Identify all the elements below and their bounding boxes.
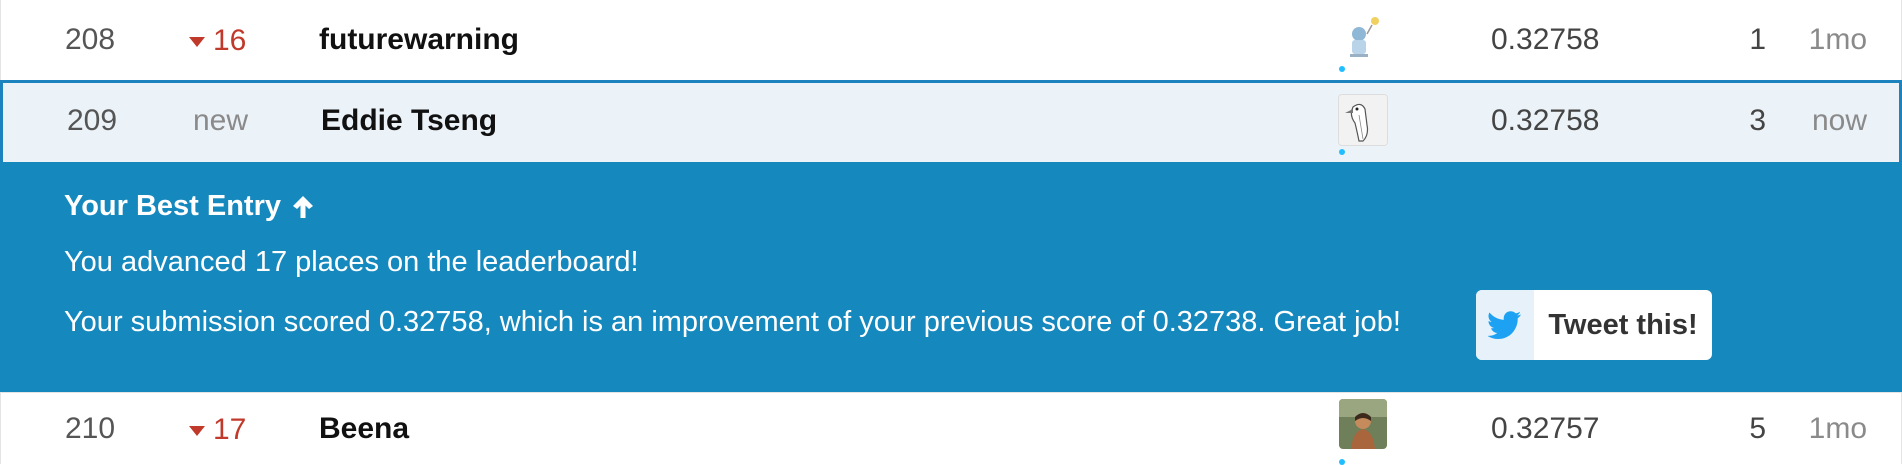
score: 0.32758 <box>1491 23 1600 56</box>
team-avatar[interactable] <box>1338 94 1388 146</box>
submission-message: Your submission scored 0.32758, which is… <box>64 306 1401 338</box>
best-entry-banner: Your Best Entry You advanced 17 places o… <box>0 162 1902 392</box>
arrow-up-icon <box>293 195 314 218</box>
tweet-button-label: Tweet this! <box>1548 308 1698 341</box>
team-name[interactable]: futurewarning <box>319 22 519 58</box>
advanced-message: You advanced 17 places on the leaderboar… <box>64 246 639 278</box>
twitter-bird-icon <box>1488 311 1521 339</box>
tweet-button[interactable]: Tweet this! <box>1476 290 1712 360</box>
online-status-dot <box>1339 149 1345 155</box>
tweet-icon-area <box>1476 290 1534 360</box>
rank-change-value: 16 <box>213 24 247 57</box>
team-name[interactable]: Eddie Tseng <box>321 103 497 139</box>
last-submission: now <box>1811 104 1867 137</box>
rank-change: 17 <box>189 412 246 448</box>
entries-count: 1 <box>1749 23 1766 56</box>
rank-change-value: 17 <box>213 413 247 446</box>
last-submission: 1mo <box>1808 23 1867 56</box>
rank: 210 <box>65 412 116 445</box>
rank-change-new: new <box>193 104 249 137</box>
leaderboard-row[interactable]: 208 16 futurewarning 0.32758 1 1mo <box>0 0 1902 80</box>
banner-title-text: Your Best Entry <box>64 190 282 222</box>
banner-title: Your Best Entry <box>64 190 315 223</box>
rank: 209 <box>67 104 118 137</box>
last-submission: 1mo <box>1808 412 1867 445</box>
score: 0.32757 <box>1491 412 1600 445</box>
leaderboard-row[interactable]: 210 17 Beena 0.32757 5 1mo <box>0 392 1902 465</box>
triangle-down-icon <box>189 426 205 436</box>
triangle-down-icon <box>189 37 205 47</box>
online-status-dot <box>1339 66 1345 72</box>
entries-count: 5 <box>1749 412 1766 445</box>
rank: 208 <box>65 23 116 56</box>
online-status-dot <box>1339 459 1345 465</box>
leaderboard-row-current-user[interactable]: 209 new Eddie Tseng 0.32758 3 now <box>0 80 1902 162</box>
team-avatar[interactable] <box>1339 12 1387 62</box>
rank-change: 16 <box>189 23 246 59</box>
team-name[interactable]: Beena <box>319 411 409 447</box>
entries-count: 3 <box>1749 104 1766 137</box>
score: 0.32758 <box>1491 104 1600 137</box>
team-avatar[interactable] <box>1339 399 1387 449</box>
